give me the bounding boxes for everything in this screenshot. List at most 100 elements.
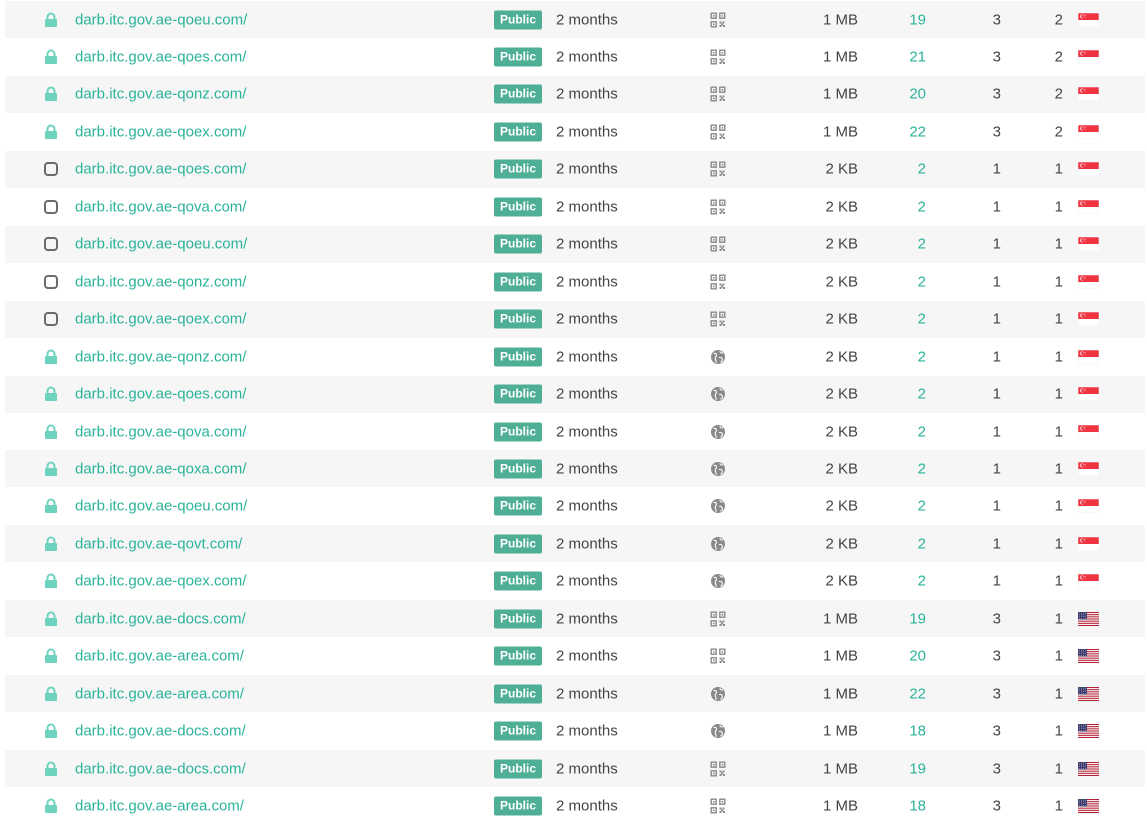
globe-icon[interactable] — [710, 386, 726, 402]
visibility-badge: Public — [494, 496, 543, 516]
request-count: 2 — [917, 310, 926, 328]
result-url-link[interactable]: darb.itc.gov.ae-qoex.com/ — [75, 311, 246, 328]
table-row[interactable]: darb.itc.gov.ae-qova.com/Public 2 months 2… — [5, 188, 1145, 225]
qr-code-icon[interactable] — [710, 648, 726, 664]
result-url-link[interactable]: darb.itc.gov.ae-qoes.com/ — [75, 161, 246, 178]
table-row[interactable]: darb.itc.gov.ae-qoes.com/Public 2 months 2… — [5, 375, 1145, 413]
qr-code-icon[interactable] — [710, 236, 726, 252]
country-count: 1 — [1054, 273, 1063, 291]
result-url-link[interactable]: darb.itc.gov.ae-qova.com/ — [75, 198, 246, 215]
table-row[interactable]: darb.itc.gov.ae-qoex.com/Public 2 months 1… — [5, 113, 1145, 150]
table-row[interactable]: darb.itc.gov.ae-area.com/Public 2 months 1… — [5, 638, 1145, 675]
qr-code-icon[interactable] — [710, 761, 726, 777]
table-row[interactable]: darb.itc.gov.ae-qoes.com/Public 2 months 2… — [5, 150, 1145, 188]
table-row[interactable]: darb.itc.gov.ae-qoeu.com/Public 2 months 1… — [5, 1, 1145, 38]
result-url-link[interactable]: darb.itc.gov.ae-qova.com/ — [75, 423, 246, 440]
result-url-link[interactable]: darb.itc.gov.ae-qovt.com/ — [75, 535, 242, 552]
request-count: 2 — [917, 198, 926, 216]
ip-count: 3 — [992, 685, 1001, 703]
qr-code-icon[interactable] — [710, 86, 726, 102]
page-size: 1 MB — [822, 797, 858, 815]
globe-icon[interactable] — [710, 498, 726, 514]
singapore-flag-icon — [1077, 199, 1100, 215]
us-flag-icon — [1078, 761, 1099, 776]
result-url-link[interactable]: darb.itc.gov.ae-qoes.com/ — [75, 49, 246, 66]
country-count: 2 — [1054, 48, 1063, 66]
result-url-link[interactable]: darb.itc.gov.ae-area.com/ — [75, 648, 244, 665]
table-row[interactable]: darb.itc.gov.ae-qoeu.com/Public 2 months 2… — [5, 488, 1145, 525]
table-row[interactable]: darb.itc.gov.ae-docs.com/Public 2 months 1… — [5, 750, 1145, 787]
table-row[interactable]: darb.itc.gov.ae-docs.com/Public 2 months 1… — [5, 713, 1145, 750]
scan-age: 2 months — [556, 273, 618, 291]
qr-code-icon[interactable] — [710, 611, 726, 627]
result-url-link[interactable]: darb.itc.gov.ae-docs.com/ — [75, 760, 246, 777]
result-url-link[interactable]: darb.itc.gov.ae-qonz.com/ — [75, 273, 246, 290]
qr-code-icon[interactable] — [710, 49, 726, 65]
qr-code-icon[interactable] — [710, 274, 726, 290]
globe-icon[interactable] — [710, 686, 726, 702]
scan-age: 2 months — [556, 760, 618, 777]
globe-icon[interactable] — [710, 461, 726, 477]
lock-icon — [43, 386, 59, 402]
request-count: 19 — [909, 760, 926, 777]
globe-icon[interactable] — [710, 723, 726, 739]
result-url-link[interactable]: darb.itc.gov.ae-qonz.com/ — [75, 348, 246, 365]
us-flag-icon — [1078, 724, 1099, 739]
globe-icon[interactable] — [710, 536, 726, 552]
table-row[interactable]: darb.itc.gov.ae-qova.com/Public 2 months 2… — [5, 413, 1145, 450]
visibility-badge: Public — [494, 272, 543, 292]
table-row[interactable]: darb.itc.gov.ae-qonz.com/Public 2 months 2… — [5, 263, 1145, 300]
ip-count: 3 — [992, 797, 1001, 815]
page-size: 2 KB — [825, 160, 858, 178]
visibility-badge: Public — [494, 571, 543, 591]
table-row[interactable]: darb.itc.gov.ae-docs.com/Public 2 months 1… — [5, 600, 1145, 638]
qr-code-icon[interactable] — [710, 161, 726, 177]
table-row[interactable]: darb.itc.gov.ae-qoex.com/Public 2 months 2… — [5, 563, 1145, 600]
result-url-link[interactable]: darb.itc.gov.ae-qoex.com/ — [75, 573, 246, 590]
ip-count: 1 — [992, 235, 1001, 253]
table-row[interactable]: darb.itc.gov.ae-qovt.com/Public 2 months 2… — [5, 525, 1145, 563]
ip-count: 3 — [992, 85, 1001, 103]
result-url-link[interactable]: darb.itc.gov.ae-qonz.com/ — [75, 86, 246, 103]
country-count: 1 — [1054, 610, 1063, 628]
table-row[interactable]: darb.itc.gov.ae-qoex.com/Public 2 months 2… — [5, 300, 1145, 338]
visibility-badge: Public — [494, 684, 543, 704]
request-count: 20 — [909, 647, 926, 665]
result-url-link[interactable]: darb.itc.gov.ae-area.com/ — [75, 685, 244, 702]
result-url-link[interactable]: darb.itc.gov.ae-area.com/ — [75, 798, 244, 815]
qr-code-icon[interactable] — [710, 311, 726, 327]
result-url-link[interactable]: darb.itc.gov.ae-qoeu.com/ — [75, 11, 247, 28]
qr-code-icon[interactable] — [710, 12, 726, 28]
request-count: 20 — [909, 85, 926, 103]
qr-code-icon[interactable] — [710, 124, 726, 140]
qr-code-icon[interactable] — [710, 199, 726, 215]
table-row[interactable]: darb.itc.gov.ae-qoxa.com/Public 2 months 2… — [5, 450, 1145, 488]
table-row[interactable]: darb.itc.gov.ae-area.com/Public 2 months 1… — [5, 788, 1145, 825]
result-url-link[interactable]: darb.itc.gov.ae-docs.com/ — [75, 610, 246, 627]
result-url-link[interactable]: darb.itc.gov.ae-qoes.com/ — [75, 386, 246, 403]
ip-count: 1 — [992, 348, 1001, 366]
scan-age: 2 months — [556, 460, 618, 478]
ip-count: 1 — [992, 535, 1001, 553]
result-url-link[interactable]: darb.itc.gov.ae-qoxa.com/ — [75, 460, 246, 477]
table-row[interactable]: darb.itc.gov.ae-qonz.com/Public 2 months 2… — [5, 338, 1145, 375]
globe-icon[interactable] — [710, 424, 726, 440]
scan-age: 2 months — [556, 198, 618, 216]
globe-icon[interactable] — [710, 349, 726, 365]
us-flag-icon — [1078, 686, 1099, 701]
result-url-link[interactable]: darb.itc.gov.ae-qoeu.com/ — [75, 498, 247, 515]
result-url-link[interactable]: darb.itc.gov.ae-qoeu.com/ — [75, 236, 247, 253]
page-size: 2 KB — [825, 497, 858, 515]
ip-count: 1 — [992, 273, 1001, 291]
scan-age: 2 months — [556, 348, 618, 366]
result-url-link[interactable]: darb.itc.gov.ae-qoex.com/ — [75, 123, 246, 140]
table-row[interactable]: darb.itc.gov.ae-qoeu.com/Public 2 months 2… — [5, 225, 1145, 263]
table-row[interactable]: darb.itc.gov.ae-qonz.com/Public 2 months 1… — [5, 75, 1145, 113]
result-url-link[interactable]: darb.itc.gov.ae-docs.com/ — [75, 723, 246, 740]
qr-code-icon[interactable] — [710, 798, 726, 814]
table-row[interactable]: darb.itc.gov.ae-area.com/Public 2 months 1… — [5, 675, 1145, 713]
ip-count: 1 — [992, 572, 1001, 590]
scan-age: 2 months — [556, 48, 618, 66]
globe-icon[interactable] — [710, 573, 726, 589]
table-row[interactable]: darb.itc.gov.ae-qoes.com/Public 2 months 1… — [5, 39, 1145, 76]
